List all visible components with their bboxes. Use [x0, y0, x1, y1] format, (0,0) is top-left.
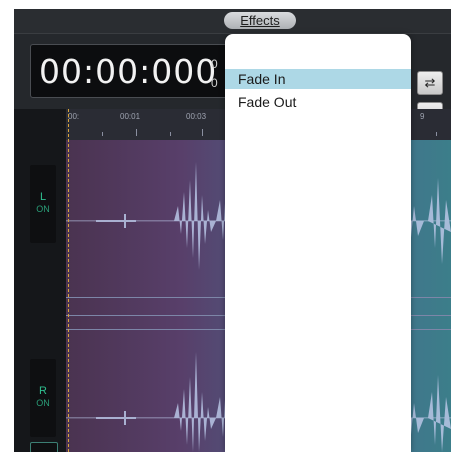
channel-extra-button[interactable] [30, 442, 58, 452]
ruler-tick [136, 129, 137, 136]
playhead-marker[interactable] [68, 109, 69, 452]
effects-menu-button[interactable]: Effects [224, 12, 296, 29]
time-counter: 00:00:000 [39, 52, 218, 91]
menu-item-label: Fade Out [238, 94, 297, 110]
ruler-label-start: 00: [68, 112, 80, 121]
channel-left-toggle[interactable]: L ON [30, 165, 56, 243]
ruler-tick [102, 132, 103, 136]
channel-left-letter: L [39, 191, 47, 203]
ruler-label-end: 9 [420, 112, 425, 121]
channel-column: L ON R ON [14, 109, 66, 452]
channel-left-state: ON [36, 204, 50, 214]
top-toolbar: Effects [14, 9, 451, 34]
ruler-tick [436, 132, 437, 136]
channel-right-toggle[interactable]: R ON [30, 359, 56, 437]
loop-button[interactable]: ⇄ [417, 71, 443, 95]
time-sub-top: 0 [211, 57, 218, 71]
ruler-label-1: 00:01 [120, 112, 141, 121]
ruler-label-3: 00:03 [186, 112, 207, 121]
channel-right-state: ON [36, 398, 50, 408]
time-display: 00:00:000 0 0 [30, 44, 242, 98]
loop-icon: ⇄ [424, 75, 436, 90]
ruler-tick [170, 132, 171, 136]
menu-item-label: Fade In [238, 71, 286, 87]
effects-dropdown-menu: Fade In Fade Out [225, 34, 411, 452]
menu-item-fade-in[interactable]: Fade In [225, 69, 411, 89]
ruler-tick [202, 129, 203, 136]
channel-right-letter: R [39, 385, 47, 397]
menu-item-fade-out[interactable]: Fade Out [225, 92, 411, 112]
time-sub-bottom: 0 [211, 76, 218, 90]
